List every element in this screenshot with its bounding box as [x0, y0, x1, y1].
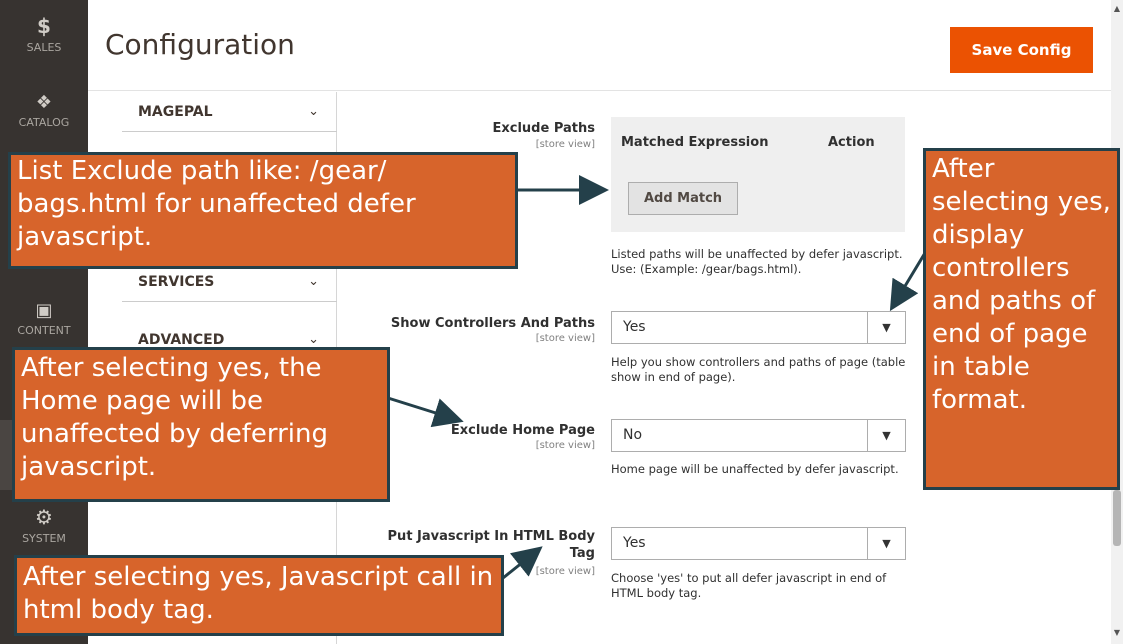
action-header: Action	[828, 135, 875, 150]
exclude-paths-label: Exclude Paths	[492, 121, 596, 136]
exclude-paths-note: Listed paths will be unaffected by defer…	[611, 247, 903, 276]
gear-icon: ⚙	[35, 505, 53, 529]
save-config-button[interactable]: Save Config	[950, 27, 1093, 73]
exclude-paths-grid: Matched Expression Action Add Match	[611, 117, 905, 232]
nav-item-catalog[interactable]: ❖ CATALOG	[0, 92, 88, 129]
callout-exclude-path: List Exclude path like: /gear/ bags.html…	[8, 152, 518, 269]
header-divider	[88, 90, 1111, 91]
section-label: MAGEPAL	[138, 104, 213, 120]
scroll-down-icon[interactable]: ▼	[1111, 628, 1123, 637]
admin-sidebar: $ SALES ❖ CATALOG ▣ CONTENT ⚙ SYSTEM	[0, 0, 88, 644]
nav-item-label: SALES	[26, 41, 62, 54]
scope-label: [store view]	[535, 333, 595, 344]
dollar-icon: $	[37, 14, 51, 38]
nav-item-content[interactable]: ▣ CONTENT	[0, 300, 88, 337]
nav-item-sales[interactable]: $ SALES	[0, 14, 88, 54]
arrow-to-exclude-home	[387, 396, 464, 428]
select-value: Yes	[623, 319, 646, 335]
section-label: ADVANCED	[138, 332, 225, 348]
section-label: SERVICES	[138, 274, 215, 290]
page-title: Configuration	[105, 28, 295, 61]
nav-item-label: CATALOG	[18, 116, 70, 129]
nav-item-system[interactable]: ⚙ SYSTEM	[0, 505, 88, 545]
scroll-up-icon[interactable]: ▲	[1111, 4, 1123, 13]
callout-body-tag: After selecting yes, Javascript call in …	[14, 555, 504, 636]
body-tag-select[interactable]: Yes ▼	[611, 527, 906, 560]
nav-item-label: SYSTEM	[22, 532, 66, 545]
select-value: Yes	[623, 535, 646, 551]
scope-label: [store view]	[535, 139, 595, 150]
layout-icon: ▣	[35, 300, 53, 321]
show-controllers-note: Help you show controllers and paths of p…	[611, 355, 906, 384]
caret-down-icon: ▼	[867, 312, 905, 343]
select-value: No	[623, 427, 643, 443]
callout-home-page: After selecting yes, the Home page will …	[12, 347, 390, 502]
caret-down-icon: ▼	[867, 528, 905, 559]
caret-down-icon: ▼	[867, 420, 905, 451]
body-tag-label: Put Javascript In HTML Body	[387, 529, 595, 544]
cube-icon: ❖	[35, 92, 53, 113]
exclude-home-note: Home page will be unaffected by defer ja…	[611, 462, 899, 476]
scrollbar-thumb[interactable]	[1113, 490, 1121, 546]
matched-expression-header: Matched Expression	[621, 135, 769, 150]
exclude-home-label: Exclude Home Page	[450, 423, 595, 438]
chevron-down-icon: ⌄	[308, 104, 319, 119]
scope-label: [store view]	[535, 440, 595, 451]
section-magepal[interactable]: MAGEPAL ⌄	[122, 92, 337, 132]
body-tag-note: Choose 'yes' to put all defer javascript…	[611, 571, 887, 600]
callout-controllers: After selecting yes, display controllers…	[923, 148, 1120, 490]
exclude-home-select[interactable]: No ▼	[611, 419, 906, 452]
add-match-button[interactable]: Add Match	[628, 182, 738, 215]
show-controllers-label: Show Controllers And Paths	[390, 316, 595, 331]
nav-item-label: CONTENT	[17, 324, 71, 337]
show-controllers-select[interactable]: Yes ▼	[611, 311, 906, 344]
